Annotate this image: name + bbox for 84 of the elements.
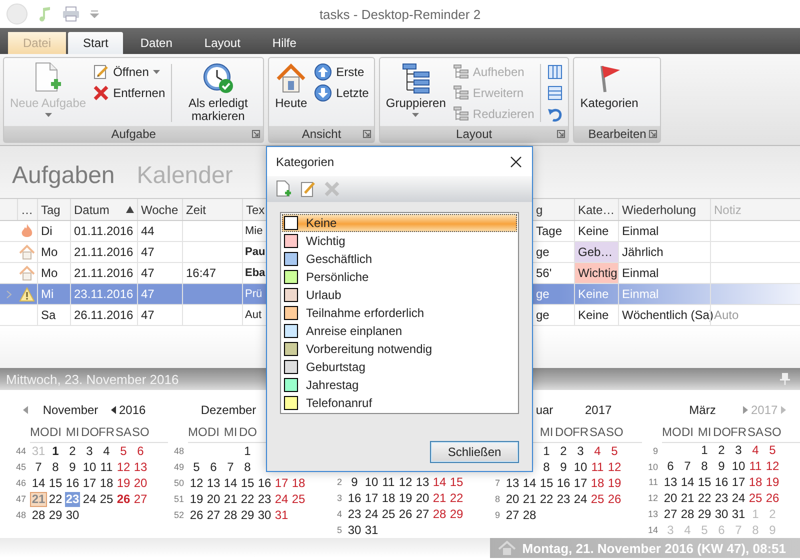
weekday-label: MI bbox=[224, 425, 238, 439]
week-number: 49 bbox=[174, 462, 184, 472]
table-cell: Einmal bbox=[618, 284, 710, 304]
year-label: 2016 bbox=[119, 403, 146, 417]
week-number: 11 bbox=[648, 477, 658, 488]
month-name: März bbox=[689, 402, 716, 417]
table-cell: Keine bbox=[574, 284, 618, 304]
week-number: 51 bbox=[174, 494, 184, 504]
year-label: 2017 bbox=[585, 403, 612, 417]
table-cell: Mi bbox=[37, 284, 70, 304]
table-cell: 21.11.2016 bbox=[70, 263, 137, 283]
weekday-label: MI bbox=[698, 424, 712, 439]
table-cell: 47 bbox=[137, 263, 182, 283]
weekday-label: SO bbox=[132, 425, 150, 439]
week-number: 4 bbox=[336, 509, 342, 520]
week-number: 48 bbox=[16, 510, 26, 520]
week-number: 12 bbox=[648, 493, 658, 504]
week-number: 7 bbox=[494, 478, 500, 488]
table-cell: Di bbox=[37, 221, 70, 241]
week-number: 9 bbox=[494, 510, 500, 520]
table-cell: 47 bbox=[137, 242, 182, 262]
table-cell: Mo bbox=[37, 242, 70, 262]
dialog-title: Kategorien bbox=[276, 154, 334, 168]
week-number: 13 bbox=[648, 509, 658, 520]
weekday-label: DI bbox=[50, 425, 62, 439]
weekday-label: DO bbox=[555, 425, 573, 439]
week-number: 48 bbox=[174, 446, 184, 456]
month-name: November bbox=[42, 403, 98, 417]
week-number: 47 bbox=[16, 494, 26, 504]
week-number: 46 bbox=[16, 478, 26, 488]
group-label: Layout bbox=[456, 127, 492, 141]
table-cell: 21.11.2016 bbox=[70, 242, 137, 262]
month-name: Dezember bbox=[200, 403, 256, 417]
table-cell: 16:47 bbox=[182, 263, 242, 283]
week-number: 10 bbox=[648, 462, 658, 472]
table-cell: Wichtig bbox=[574, 263, 618, 283]
weekday-label: SA bbox=[115, 425, 132, 439]
date-label: Mittwoch, 23. November 2016 bbox=[6, 372, 179, 386]
year-label: 2017 bbox=[751, 402, 778, 417]
weekday-label: DO bbox=[713, 424, 731, 439]
weekday-label: MO bbox=[30, 425, 50, 439]
weekday-label: MO bbox=[188, 425, 208, 439]
table-cell: 47 bbox=[137, 284, 182, 304]
week-number: 2 bbox=[336, 477, 342, 488]
table-cell: 47 bbox=[137, 305, 182, 325]
table-cell: Einmal bbox=[618, 221, 710, 241]
table-cell: Geb… bbox=[574, 242, 618, 262]
weekday-label: MO bbox=[662, 424, 682, 439]
week-number: 44 bbox=[16, 446, 26, 456]
weekday-label: DI bbox=[208, 425, 220, 439]
table-cell: Einmal bbox=[618, 263, 710, 283]
weekday-label: SO bbox=[764, 424, 782, 439]
group-label: Ansicht bbox=[302, 127, 342, 141]
group-label: Aufgabe bbox=[111, 127, 156, 141]
weekday-label: DO bbox=[239, 425, 257, 439]
window-title: tasks - Desktop-Reminder 2 bbox=[319, 6, 481, 22]
group-label: Bearbeiten bbox=[588, 127, 646, 141]
table-cell: Mo bbox=[37, 263, 70, 283]
week-number: 45 bbox=[16, 462, 26, 472]
week-number: 5 bbox=[336, 525, 342, 536]
weekday-label: SA bbox=[589, 425, 606, 439]
week-number: 3 bbox=[336, 493, 342, 504]
weekday-label: SO bbox=[606, 425, 624, 439]
week-number: 9 bbox=[652, 446, 658, 456]
table-cell: 23.11.2016 bbox=[70, 284, 137, 304]
table-cell: Jährlich bbox=[618, 242, 710, 262]
weekday-label: DO bbox=[81, 425, 99, 439]
weekday-label: FR bbox=[572, 425, 588, 439]
table-cell: 26.11.2016 bbox=[70, 305, 137, 325]
weekday-label: FR bbox=[730, 424, 746, 439]
week-number: 52 bbox=[174, 510, 184, 520]
table-cell: 01.11.2016 bbox=[70, 221, 137, 241]
table-cell: 44 bbox=[137, 221, 182, 241]
weekday-label: DI bbox=[682, 424, 694, 439]
table-cell: Sa bbox=[37, 305, 70, 325]
week-number: 8 bbox=[494, 494, 500, 504]
weekday-label: FR bbox=[98, 425, 114, 439]
week-number: 14 bbox=[648, 525, 658, 536]
week-number: 50 bbox=[174, 478, 184, 488]
weekday-label: MI bbox=[540, 425, 554, 439]
month-name: uar bbox=[536, 403, 554, 417]
status-text: Montag, 21. November 2016 (KW 47), 08:51 bbox=[522, 540, 786, 556]
weekday-label: MI bbox=[66, 425, 80, 439]
weekday-label: SA bbox=[747, 424, 764, 439]
